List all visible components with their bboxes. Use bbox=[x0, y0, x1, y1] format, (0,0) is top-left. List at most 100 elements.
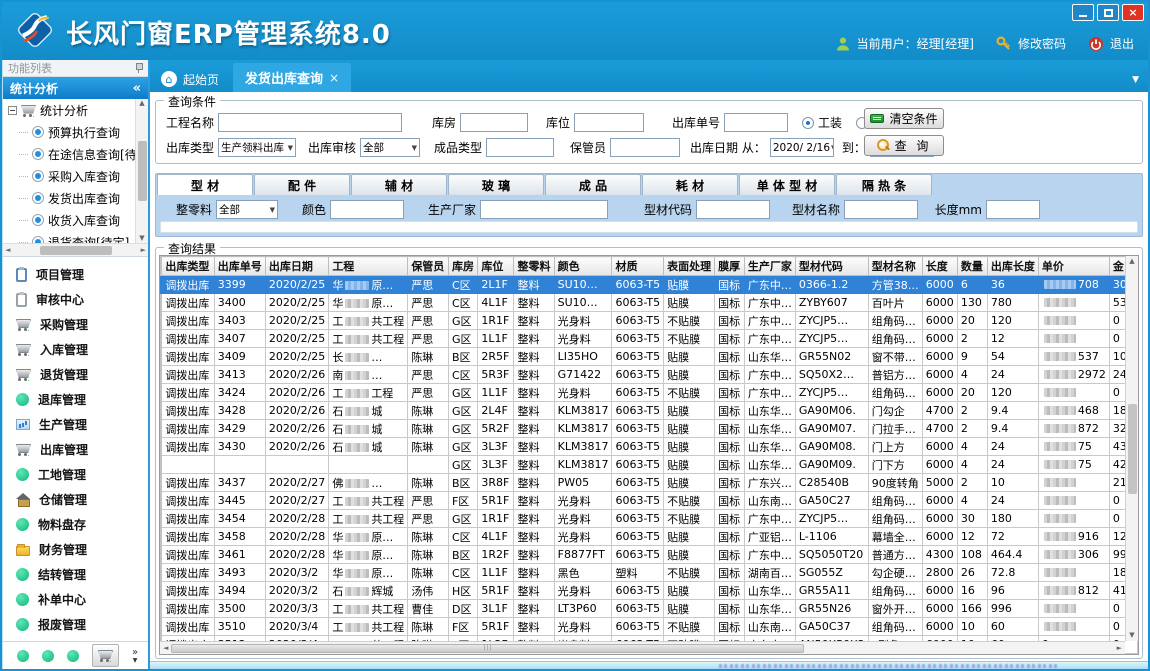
sidebar-module[interactable]: 补单中心 bbox=[3, 587, 148, 612]
whole-piece-select[interactable]: 全部 ▼ bbox=[216, 200, 278, 219]
table-row[interactable]: 调拨出库34002020/2/25华原…严思C区4L1F整料SU10…6063-… bbox=[161, 294, 1138, 312]
module-dot-icon[interactable] bbox=[17, 650, 29, 662]
stats-section-header[interactable]: 统计分析 « bbox=[3, 77, 148, 99]
collapse-expand-icon[interactable] bbox=[8, 106, 17, 115]
table-row[interactable]: 调拨出库34582020/2/28华原…陈琳C区4L1F整料光身料6063-T5… bbox=[161, 528, 1138, 546]
column-header[interactable]: 型材名称 bbox=[868, 257, 922, 276]
change-password-link[interactable]: 修改密码 bbox=[1018, 35, 1066, 52]
profile-code-input[interactable] bbox=[696, 200, 770, 219]
outbound-type-select[interactable]: 生产领料出库 ▼ bbox=[218, 138, 296, 157]
tab-overflow-icon[interactable]: ▼ bbox=[1132, 75, 1139, 85]
column-header[interactable]: 数量 bbox=[957, 257, 987, 276]
tab-shipment-outbound-query[interactable]: 发货出库查询 × bbox=[233, 63, 351, 92]
table-row[interactable]: 调拨出库34932020/3/2华原…陈琳C区1L1F整料黑色塑料不贴膜国标湖南… bbox=[161, 564, 1138, 582]
gongzhuang-radio[interactable]: 工装 bbox=[802, 114, 842, 131]
scroll-thumb[interactable] bbox=[40, 246, 112, 255]
outbound-no-input[interactable] bbox=[724, 113, 788, 132]
color-input[interactable] bbox=[330, 200, 404, 219]
product-type-input[interactable] bbox=[486, 138, 554, 157]
sidebar-module[interactable]: 物料盘存 bbox=[3, 512, 148, 537]
column-header[interactable]: 保管员 bbox=[408, 257, 449, 276]
minimize-button[interactable] bbox=[1072, 4, 1094, 21]
tree-item[interactable]: 预算执行查询 bbox=[3, 121, 148, 143]
sidebar-module[interactable]: 报废管理 bbox=[3, 612, 148, 637]
scroll-up-icon[interactable]: ▲ bbox=[1129, 258, 1134, 265]
logout-link[interactable]: 退出 bbox=[1110, 35, 1134, 52]
table-row[interactable]: 调拨出库34542020/2/28工共工程严思G区1R1F整料光身料6063-T… bbox=[161, 510, 1138, 528]
sidebar-module[interactable]: 入库管理 bbox=[3, 337, 148, 362]
table-row[interactable]: 调拨出库34292020/2/26石城陈琳G区5R2F整料KLM38176063… bbox=[161, 420, 1138, 438]
column-header[interactable]: 工程 bbox=[329, 257, 408, 276]
column-header[interactable]: 材质 bbox=[612, 257, 664, 276]
sidebar-module[interactable]: 工地管理 bbox=[3, 462, 148, 487]
table-row[interactable]: 调拨出库34452020/2/27工共工程严思F区5R1F整料光身料6063-T… bbox=[161, 492, 1138, 510]
tree-item[interactable]: 在途信息查询[待 bbox=[3, 143, 148, 165]
sidebar-module[interactable]: 出库管理 bbox=[3, 437, 148, 462]
tree-item[interactable]: 采购入库查询 bbox=[3, 165, 148, 187]
clear-conditions-button[interactable]: 清空条件 bbox=[864, 108, 944, 129]
sidebar-module[interactable]: 生产管理 bbox=[3, 412, 148, 437]
sidebar-module[interactable]: 退货管理 bbox=[3, 362, 148, 387]
warehouse-input[interactable] bbox=[460, 113, 528, 132]
material-tab[interactable]: 单 体 型 材 bbox=[739, 174, 835, 195]
scroll-down-icon[interactable]: ▼ bbox=[139, 235, 144, 242]
expand-chevrons-icon[interactable]: » bbox=[132, 648, 138, 658]
length-input[interactable] bbox=[986, 200, 1040, 219]
table-row[interactable]: 调拨出库34282020/2/26石城陈琳G区2L4F整料KLM38176063… bbox=[161, 402, 1138, 420]
tree-item[interactable]: 发货出库查询 bbox=[3, 187, 148, 209]
table-row[interactable]: 调拨出库34032020/2/25工共工程严思G区1R1F整料光身料6063-T… bbox=[161, 312, 1138, 330]
tree-vertical-scrollbar[interactable]: ▲ ▼ bbox=[135, 99, 148, 243]
vertical-scrollbar[interactable]: ▲ ▼ bbox=[1125, 256, 1138, 641]
keeper-input[interactable] bbox=[610, 138, 680, 157]
manufacturer-input[interactable] bbox=[480, 200, 608, 219]
column-header[interactable]: 出库类型 bbox=[162, 257, 214, 276]
material-tab[interactable]: 成 品 bbox=[545, 174, 641, 195]
column-header[interactable]: 生产厂家 bbox=[744, 257, 795, 276]
material-tab[interactable]: 耗 材 bbox=[642, 174, 738, 195]
scroll-left-icon[interactable]: ◄ bbox=[163, 645, 168, 652]
scroll-thumb[interactable]: ||| bbox=[171, 644, 804, 653]
table-row[interactable]: 调拨出库34942020/3/2石辉城汤伟H区5R1F整料光身料6063-T5贴… bbox=[161, 582, 1138, 600]
scroll-right-icon[interactable]: ► bbox=[1117, 645, 1122, 652]
column-header[interactable]: 出库长度 bbox=[987, 257, 1038, 276]
material-tab[interactable]: 型 材 bbox=[157, 174, 253, 195]
column-header[interactable]: 出库单号 bbox=[214, 257, 265, 276]
scroll-left-icon[interactable]: ◄ bbox=[5, 247, 10, 254]
material-tab[interactable]: 配 件 bbox=[254, 174, 350, 195]
column-header[interactable]: 型材代码 bbox=[795, 257, 868, 276]
date-from-select[interactable]: 2020/ 2/16 ▼ bbox=[770, 138, 834, 157]
sidebar-module[interactable]: 结转管理 bbox=[3, 562, 148, 587]
tree-item[interactable]: 收货入库查询 bbox=[3, 209, 148, 231]
table-row[interactable]: 调拨出库34072020/2/25工共工程严思G区1L1F整料光身料6063-T… bbox=[161, 330, 1138, 348]
scroll-right-icon[interactable]: ► bbox=[141, 247, 146, 254]
table-row[interactable]: 调拨出库34612020/2/28华原…陈琳B区1R2F整料F8877FT606… bbox=[161, 546, 1138, 564]
cart-module-button[interactable] bbox=[92, 644, 119, 667]
column-header[interactable]: 库房 bbox=[448, 257, 477, 276]
scroll-thumb[interactable] bbox=[1128, 404, 1137, 494]
column-header[interactable]: 长度 bbox=[922, 257, 957, 276]
column-header[interactable]: 整零料 bbox=[514, 257, 554, 276]
table-row[interactable]: 调拨出库35002020/3/3工共工程曹佳D区3L1F整料LT3P606063… bbox=[161, 600, 1138, 618]
table-row[interactable]: 调拨出库34132020/2/26南…严思C区5R3F整料G714226063-… bbox=[161, 366, 1138, 384]
horizontal-scrollbar[interactable]: ◄ ||| ► bbox=[160, 641, 1125, 654]
scroll-thumb[interactable] bbox=[138, 141, 147, 201]
column-header[interactable]: 表面处理 bbox=[664, 257, 715, 276]
table-row[interactable]: G区3L3F整料KLM38176063-T5贴膜国标山东华…GA90M09.门下… bbox=[161, 456, 1138, 474]
search-button[interactable]: 查 询 bbox=[864, 135, 944, 156]
project-name-input[interactable] bbox=[218, 113, 402, 132]
column-header[interactable]: 出库日期 bbox=[265, 257, 328, 276]
pin-icon[interactable] bbox=[134, 63, 143, 74]
tab-close-icon[interactable]: × bbox=[329, 71, 339, 85]
sidebar-module[interactable]: 仓储管理 bbox=[3, 487, 148, 512]
column-header[interactable]: 单价 bbox=[1038, 257, 1109, 276]
sidebar-module[interactable]: 财务管理 bbox=[3, 537, 148, 562]
table-row[interactable]: 调拨出库34092020/2/25长…陈琳B区2R5F整料LI35HO6063-… bbox=[161, 348, 1138, 366]
chevron-down-icon[interactable]: ▼ bbox=[133, 658, 138, 664]
sidebar-module[interactable]: 项目管理 bbox=[3, 262, 148, 287]
scroll-up-icon[interactable]: ▲ bbox=[139, 100, 144, 107]
sidebar-module[interactable]: 采购管理 bbox=[3, 312, 148, 337]
table-row[interactable]: 调拨出库33992020/2/25华原…严思C区2L1F整料SU10…6063-… bbox=[161, 276, 1138, 294]
tree-horizontal-scrollbar[interactable]: ◄ ► bbox=[3, 243, 148, 256]
maximize-button[interactable] bbox=[1097, 4, 1119, 21]
profile-name-input[interactable] bbox=[844, 200, 918, 219]
